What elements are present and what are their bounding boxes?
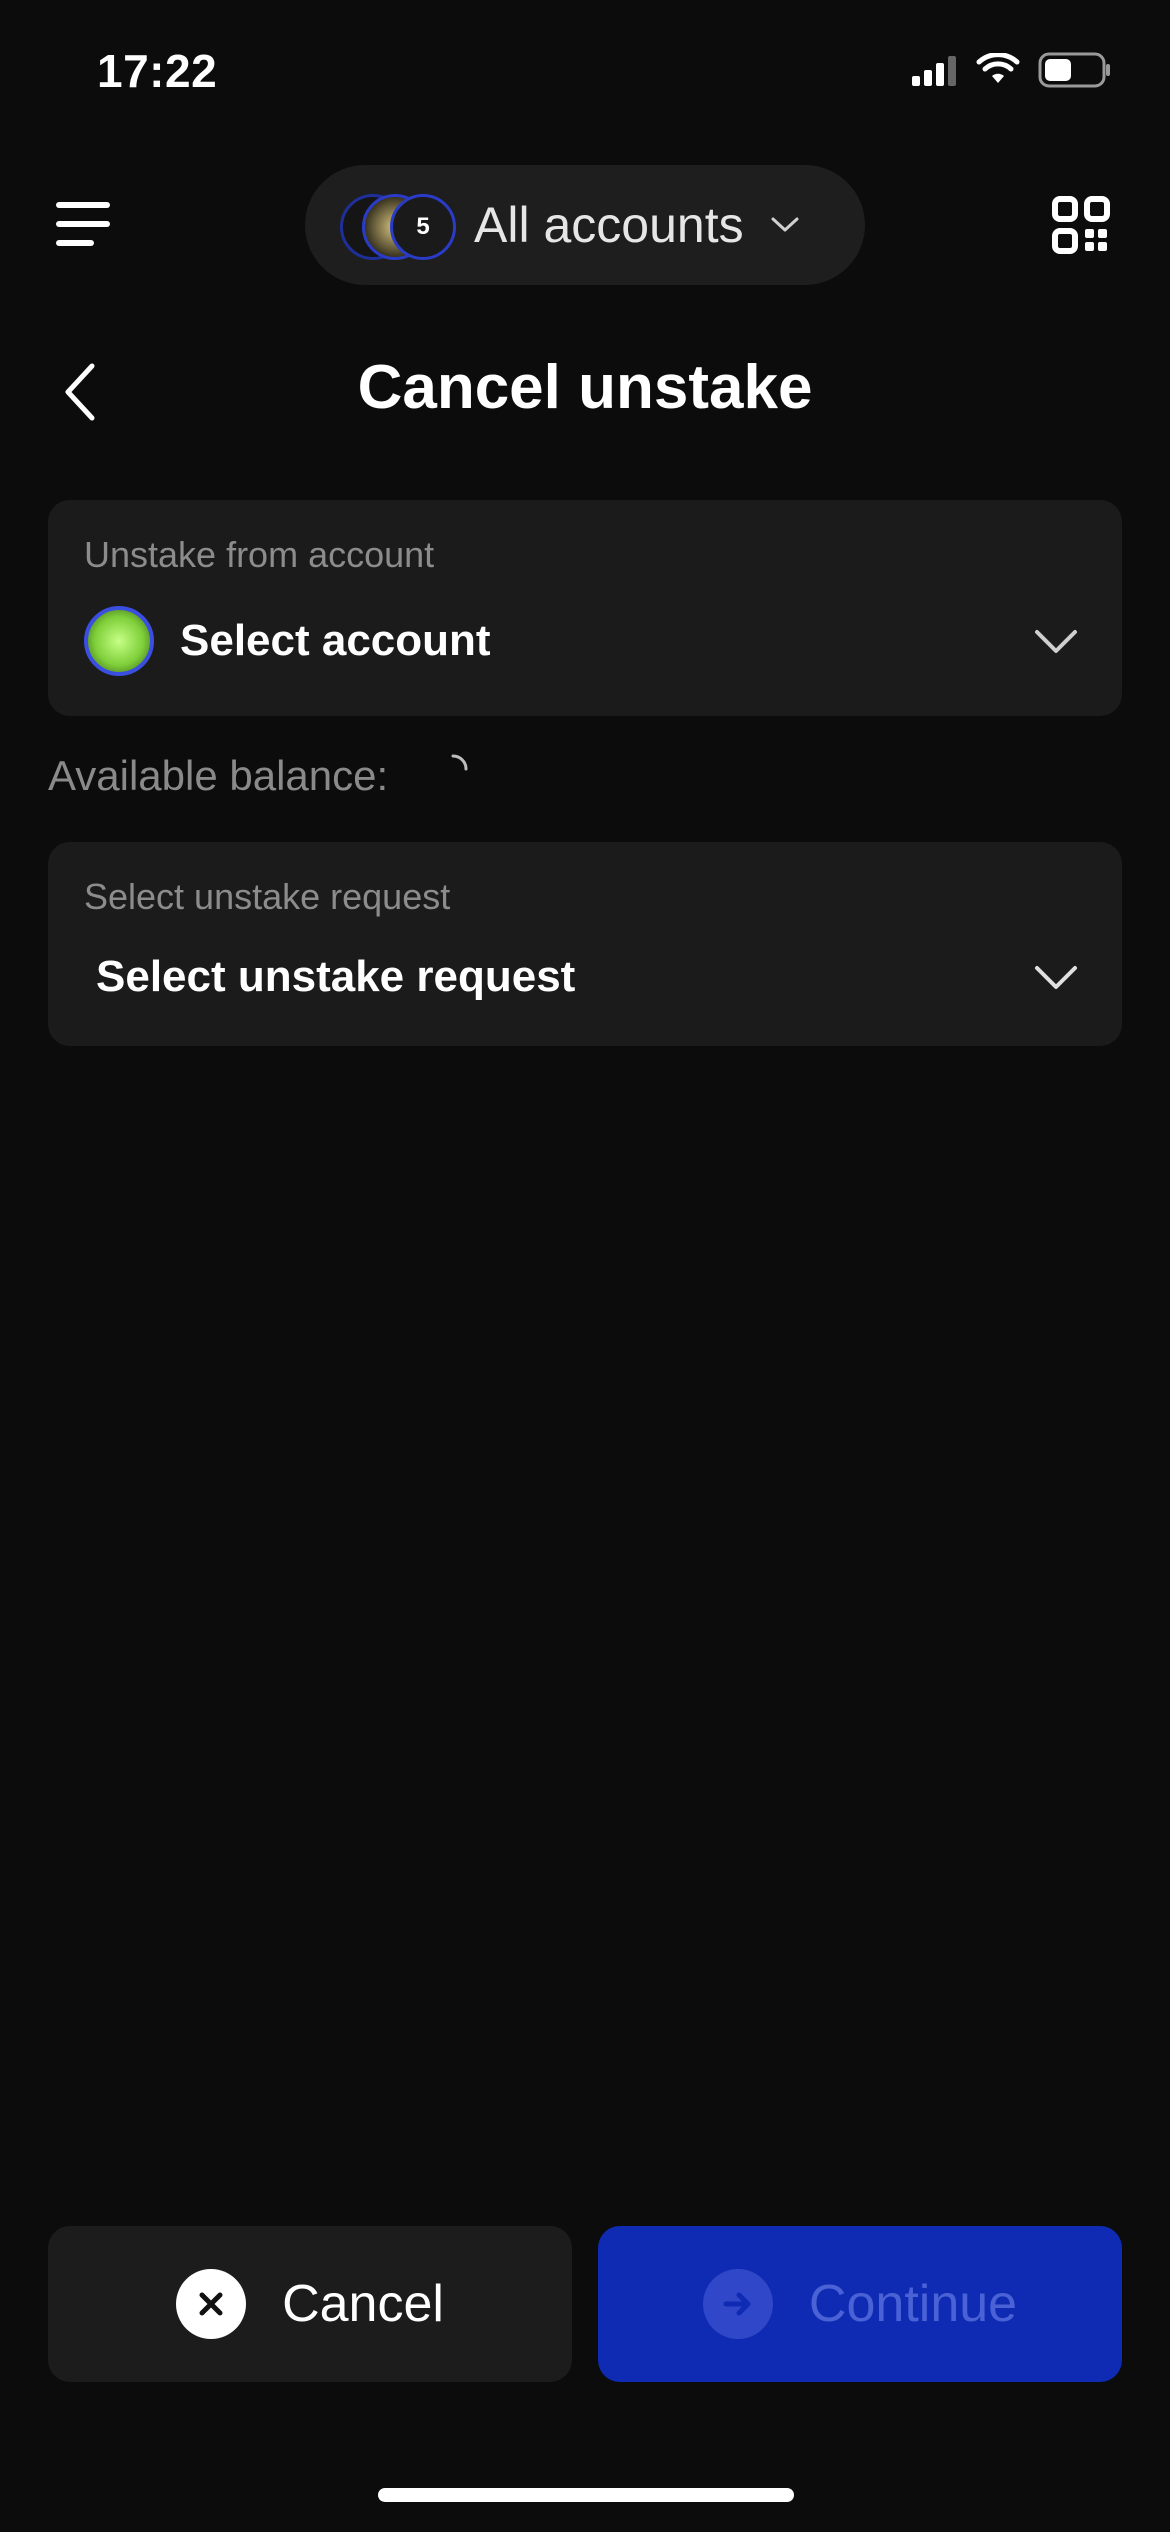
chevron-down-icon [771, 217, 799, 232]
avatar-badge: 5 [390, 194, 456, 260]
arrow-right-icon [702, 2269, 773, 2339]
status-icons [912, 52, 1112, 88]
chevron-down-icon [1035, 630, 1077, 653]
signal-icon [912, 56, 956, 86]
cancel-button[interactable]: Cancel [48, 2226, 572, 2382]
page-title: Cancel unstake [357, 353, 813, 422]
unstake-request-select[interactable]: Select unstake request Select unstake re… [48, 842, 1122, 1046]
select-account-value: Select account [180, 616, 491, 665]
account-avatar [84, 606, 154, 676]
cancel-button-label: Cancel [282, 2275, 444, 2333]
continue-button-label: Continue [808, 2275, 1018, 2333]
unstake-from-label: Unstake from account [84, 534, 435, 575]
status-time: 17:22 [97, 45, 218, 97]
select-unstake-request-value: Select unstake request [96, 952, 576, 1001]
home-indicator [378, 2488, 794, 2502]
qr-code-icon [1052, 196, 1110, 254]
unstake-request-label: Select unstake request [84, 876, 451, 917]
account-switcher[interactable]: 5 All accounts [305, 165, 865, 285]
wifi-icon [976, 53, 1020, 83]
continue-button[interactable]: Continue [598, 2226, 1122, 2382]
menu-button[interactable] [54, 200, 114, 248]
chevron-down-icon [1035, 966, 1077, 989]
available-balance-label: Available balance: [48, 752, 389, 799]
qr-scan-button[interactable] [1052, 196, 1110, 254]
loading-spinner-icon [451, 754, 468, 771]
chevron-left-icon [65, 363, 95, 421]
back-button[interactable] [60, 362, 100, 422]
unstake-from-account-select[interactable]: Unstake from account Select account [48, 500, 1122, 716]
menu-icon [56, 202, 110, 246]
account-avatars: 5 [340, 190, 460, 260]
close-icon [176, 2269, 247, 2339]
account-switcher-label: All accounts [474, 197, 744, 253]
battery-icon [1038, 52, 1110, 88]
